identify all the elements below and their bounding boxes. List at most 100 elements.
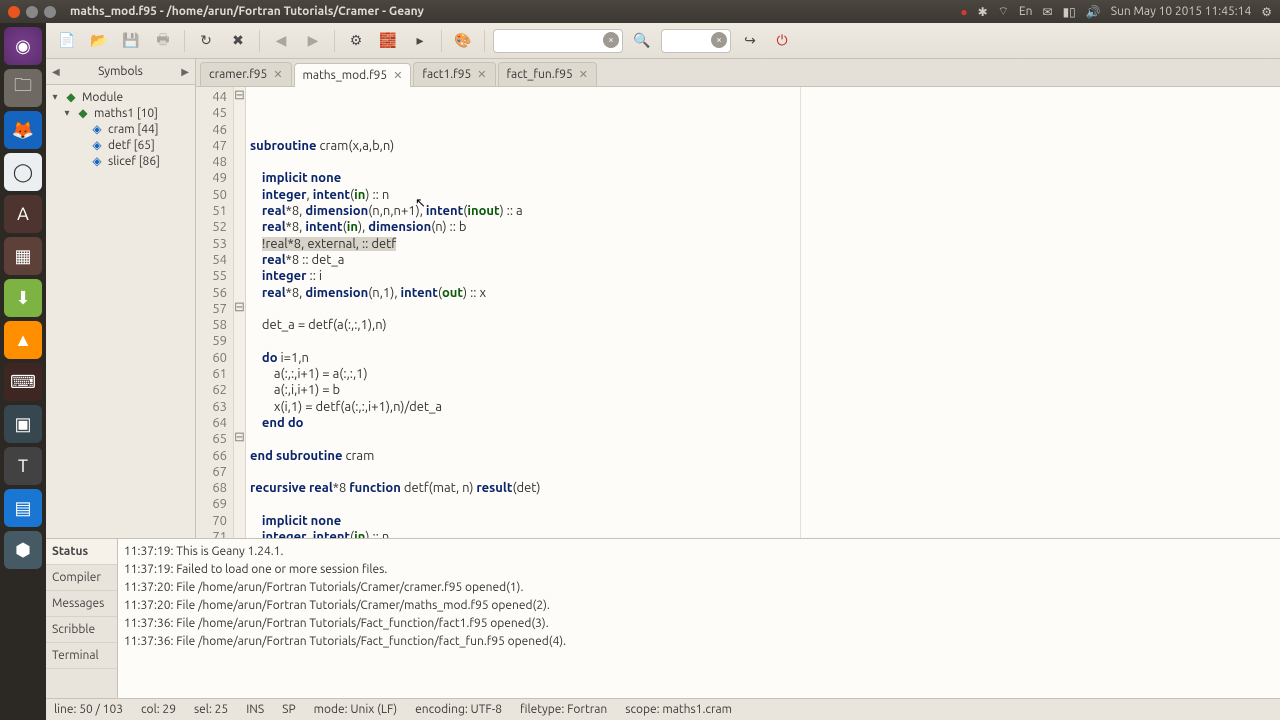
sidebar-tab-header[interactable]: ◀ Symbols ▶ <box>46 59 195 85</box>
reload-button[interactable]: ↻ <box>193 28 219 54</box>
software-center-icon[interactable]: ⬇ <box>4 279 42 317</box>
build-button[interactable]: 🧱 <box>375 28 401 54</box>
keyboard-layout[interactable]: En <box>1019 5 1033 18</box>
record-icon[interactable]: ● <box>960 5 967 19</box>
mail-icon[interactable]: ✉ <box>1043 5 1053 19</box>
message-tab-compiler[interactable]: Compiler <box>46 565 117 591</box>
code-line[interactable]: do i=1,n <box>250 350 1276 366</box>
message-tab-scribble[interactable]: Scribble <box>46 617 117 643</box>
status-messages[interactable]: 11:37:19: This is Geany 1.24.1.11:37:19:… <box>118 539 1280 698</box>
code-line[interactable]: det_a = detf(a(:,:,1),n) <box>250 317 1276 333</box>
volume-icon[interactable]: 🔊 <box>1086 5 1101 19</box>
clock[interactable]: Sun May 10 2015 11:45:14 <box>1111 5 1251 18</box>
message-row[interactable]: 11:37:20: File /home/arun/Fortran Tutori… <box>124 597 1274 615</box>
new-file-button[interactable]: 📄 <box>54 28 80 54</box>
close-icon[interactable]: ✕ <box>579 68 588 81</box>
close-icon[interactable]: ✕ <box>273 68 282 81</box>
editor-tab[interactable]: fact_fun.f95 ✕ <box>498 62 597 86</box>
code-line[interactable]: subroutine cram(x,a,b,n) <box>250 138 1276 154</box>
execute-button[interactable]: ▸ <box>407 28 433 54</box>
texmaker-icon[interactable]: T <box>4 447 42 485</box>
tab-label: fact_fun.f95 <box>507 68 573 81</box>
window-close-button[interactable] <box>8 6 20 18</box>
vlc-icon[interactable]: ▲ <box>4 321 42 359</box>
code-line[interactable] <box>250 496 1276 512</box>
editor-tab[interactable]: maths_mod.f95✕ <box>294 63 412 87</box>
nav-back-button[interactable]: ◀ <box>268 28 294 54</box>
toolbar: 📄 📂 💾 🖶 ↻ ✖ ◀ ▶ ⚙ 🧱 ▸ 🎨 × 🔍 × ↪ ⏻ <box>46 23 1280 59</box>
code-area[interactable]: subroutine cram(x,a,b,n) implicit none i… <box>246 87 1280 538</box>
fold-column[interactable]: ⊟ ⊟ ⊟ <box>234 87 246 538</box>
dash-icon[interactable]: ◉ <box>4 27 42 65</box>
close-icon[interactable]: ✕ <box>477 68 486 81</box>
code-line[interactable]: real*8, intent(in), dimension(n) :: b <box>250 219 1276 235</box>
window-minimize-button[interactable] <box>26 6 38 18</box>
code-line[interactable]: real*8, dimension(n,n,n+1), intent(inout… <box>250 203 1276 219</box>
code-line[interactable]: end subroutine cram <box>250 448 1276 464</box>
message-row[interactable]: 11:37:36: File /home/arun/Fortran Tutori… <box>124 633 1274 651</box>
close-icon[interactable]: ✕ <box>393 69 402 82</box>
tree-item[interactable]: cram [44] <box>108 123 159 136</box>
message-row[interactable]: 11:37:20: File /home/arun/Fortran Tutori… <box>124 579 1274 597</box>
clear-find-icon[interactable]: × <box>603 32 619 48</box>
code-line[interactable] <box>250 154 1276 170</box>
message-tab-status[interactable]: Status <box>46 539 117 565</box>
code-line[interactable]: implicit none <box>250 513 1276 529</box>
code-line[interactable]: a(:,i,i+1) = b <box>250 382 1276 398</box>
code-line[interactable]: recursive real*8 function detf(mat, n) r… <box>250 480 1276 496</box>
terminal-icon[interactable]: ⌨ <box>4 363 42 401</box>
firefox-icon[interactable]: 🦊 <box>4 111 42 149</box>
app-icon-4[interactable]: ▤ <box>4 489 42 527</box>
code-line[interactable]: real*8, dimension(n,1), intent(out) :: x <box>250 285 1276 301</box>
code-line[interactable]: real*8 :: det_a <box>250 252 1276 268</box>
code-line[interactable] <box>250 301 1276 317</box>
chromium-icon[interactable]: ◯ <box>4 153 42 191</box>
open-file-button[interactable]: 📂 <box>86 28 112 54</box>
code-line[interactable]: integer, intent(in) :: n <box>250 529 1276 538</box>
code-line[interactable]: implicit none <box>250 170 1276 186</box>
message-row[interactable]: 11:37:19: Failed to load one or more ses… <box>124 561 1274 579</box>
editor[interactable]: 44 45 46 47 48 49 50 51 52 53 54 55 56 5… <box>196 87 1280 538</box>
message-row[interactable]: 11:37:36: File /home/arun/Fortran Tutori… <box>124 615 1274 633</box>
compile-button[interactable]: ⚙ <box>343 28 369 54</box>
code-line[interactable]: x(i,1) = detf(a(:,:,i+1),n)/det_a <box>250 399 1276 415</box>
chevron-left-icon[interactable]: ◀ <box>52 66 60 78</box>
window-maximize-button[interactable] <box>44 6 56 18</box>
app-icon-3[interactable]: ▣ <box>4 405 42 443</box>
goto-button[interactable]: ↪ <box>737 28 763 54</box>
code-line[interactable] <box>250 333 1276 349</box>
editor-tab[interactable]: cramer.f95✕ <box>200 62 292 86</box>
message-tab-terminal[interactable]: Terminal <box>46 643 117 669</box>
code-line[interactable]: !real*8, external, :: detf <box>250 236 1276 252</box>
quit-button[interactable]: ⏻ <box>769 28 795 54</box>
code-line[interactable]: integer :: i <box>250 268 1276 284</box>
save-all-button[interactable]: 🖶 <box>150 28 176 54</box>
save-button[interactable]: 💾 <box>118 28 144 54</box>
tree-item[interactable]: detf [65] <box>108 139 155 152</box>
message-row[interactable]: 11:37:19: This is Geany 1.24.1. <box>124 543 1274 561</box>
wifi-icon[interactable]: ⌔ <box>998 4 1009 19</box>
tree-item[interactable]: slicef [86] <box>108 155 160 168</box>
files-icon[interactable]: 🗀 <box>4 69 42 107</box>
chevron-right-icon[interactable]: ▶ <box>181 66 189 78</box>
message-tab-messages[interactable]: Messages <box>46 591 117 617</box>
symbol-tree[interactable]: ▾◆Module ▾◆maths1 [10] ◈cram [44] ◈detf … <box>46 85 195 538</box>
code-line[interactable]: a(:,:,i+1) = a(:,:,1) <box>250 366 1276 382</box>
battery-icon[interactable]: ▮▯ <box>1063 5 1076 19</box>
dropbox-icon[interactable]: ✱ <box>978 5 988 19</box>
gear-icon[interactable]: ⚙ <box>1261 5 1272 19</box>
close-file-button[interactable]: ✖ <box>225 28 251 54</box>
clear-goto-icon[interactable]: × <box>711 32 727 48</box>
geany-icon[interactable]: ⬢ <box>4 531 42 569</box>
code-line[interactable]: end do <box>250 415 1276 431</box>
find-button[interactable]: 🔍 <box>629 28 655 54</box>
nav-forward-button[interactable]: ▶ <box>300 28 326 54</box>
code-line[interactable]: integer, intent(in) :: n <box>250 187 1276 203</box>
editor-tab[interactable]: fact1.f95✕ <box>413 62 495 86</box>
color-chooser-button[interactable]: 🎨 <box>450 28 476 54</box>
code-line[interactable] <box>250 464 1276 480</box>
status-ins: INS <box>246 703 264 716</box>
code-line[interactable] <box>250 431 1276 447</box>
app-icon-2[interactable]: ▦ <box>4 237 42 275</box>
app-icon-1[interactable]: A <box>4 195 42 233</box>
